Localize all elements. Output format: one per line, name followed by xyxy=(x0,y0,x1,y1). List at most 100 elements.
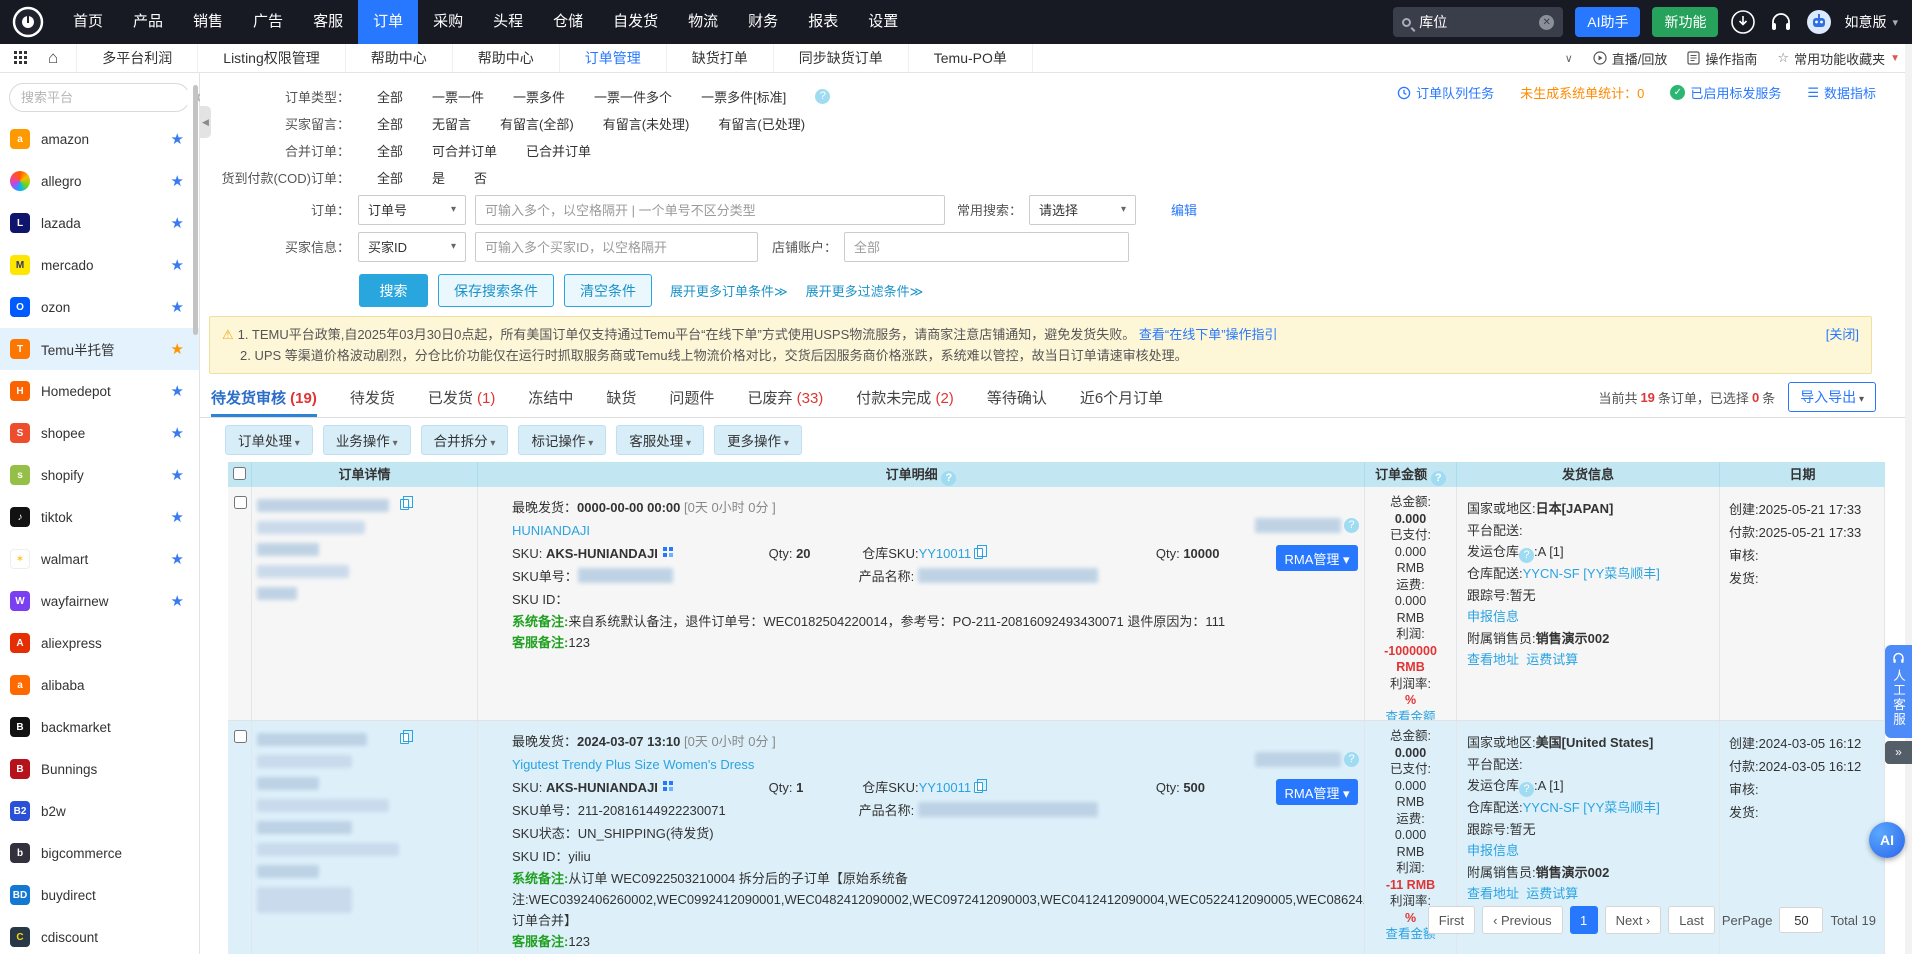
filter-option[interactable]: 有留言(已处理) xyxy=(718,114,805,133)
status-tab[interactable]: 待发货审核 (19) xyxy=(211,387,317,417)
sidebar-platform-cdiscount[interactable]: Ccdiscount xyxy=(0,916,199,954)
favorite-star-icon[interactable]: ★ xyxy=(171,424,184,442)
filter-option[interactable]: 否 xyxy=(474,168,487,187)
sidebar-platform-mercado[interactable]: Mmercado★ xyxy=(0,244,199,286)
sidebar-platform-wayfairnew[interactable]: Wwayfairnew★ xyxy=(0,580,199,622)
sku-grid-icon[interactable] xyxy=(663,547,674,558)
filter-option[interactable]: 全部 xyxy=(377,87,403,106)
workspace-tab[interactable]: 帮助中心 xyxy=(346,44,453,72)
help-icon[interactable]: ? xyxy=(1519,782,1534,797)
apps-grid-icon[interactable] xyxy=(14,51,28,65)
sidebar-platform-ozon[interactable]: Oozon★ xyxy=(0,286,199,328)
top-menu-item[interactable]: 财务 xyxy=(733,0,793,44)
filter-option[interactable]: 全部 xyxy=(377,168,403,187)
favorite-star-icon[interactable]: ★ xyxy=(171,340,184,358)
data-metrics-link[interactable]: ☰ 数据指标 xyxy=(1807,83,1876,102)
order-type-select[interactable]: 订单号 xyxy=(358,195,466,225)
favorite-star-icon[interactable]: ★ xyxy=(171,550,184,568)
sidebar-platform-buydirect[interactable]: BDbuydirect xyxy=(0,874,199,916)
favorite-star-icon[interactable]: ★ xyxy=(171,130,184,148)
top-menu-item[interactable]: 报表 xyxy=(793,0,853,44)
top-menu-item[interactable]: 采购 xyxy=(418,0,478,44)
workspace-tab[interactable]: Listing权限管理 xyxy=(198,44,345,72)
filter-option[interactable]: 是 xyxy=(432,168,445,187)
sidebar-platform-aliexpress[interactable]: Aaliexpress xyxy=(0,622,199,664)
help-icon[interactable]: ? xyxy=(1344,752,1359,767)
declare-info-link[interactable]: 申报信息 xyxy=(1467,843,1519,858)
status-tab[interactable]: 冻结中 xyxy=(528,387,573,417)
sidebar-collapse-handle[interactable]: ◀ xyxy=(200,106,211,138)
edit-common-search-link[interactable]: 编辑 xyxy=(1171,200,1197,219)
batch-action-button[interactable]: 合并拆分 xyxy=(421,425,509,455)
help-icon[interactable]: ? xyxy=(1344,518,1359,533)
status-tab[interactable]: 近6个月订单 xyxy=(1080,387,1163,417)
online-order-guide-link[interactable]: 查看“在线下单”操作指引 xyxy=(1139,327,1278,342)
batch-action-button[interactable]: 业务操作 xyxy=(323,425,411,455)
sidebar-platform-lazada[interactable]: Llazada★ xyxy=(0,202,199,244)
collapse-panel-button[interactable]: » xyxy=(1885,741,1912,764)
perpage-input[interactable] xyxy=(1779,907,1823,933)
filter-option[interactable]: 一票多件 xyxy=(513,87,565,106)
copy-icon[interactable] xyxy=(974,782,983,793)
global-search-input[interactable]: 库位 ✕ xyxy=(1393,7,1563,37)
sidebar-platform-walmart[interactable]: ✶walmart★ xyxy=(0,538,199,580)
product-title-link[interactable]: HUNIANDAJI xyxy=(512,519,1364,542)
favorites-menu[interactable]: ☆ 常用功能收藏夹 ▼ xyxy=(1777,49,1900,68)
page-1-button[interactable]: 1 xyxy=(1570,906,1598,934)
workspace-tab[interactable]: 帮助中心 xyxy=(453,44,560,72)
warehouse-sku-link[interactable]: YY10011 xyxy=(919,780,972,795)
page-scrollbar[interactable] xyxy=(1905,44,1912,954)
batch-action-button[interactable]: 标记操作 xyxy=(518,425,606,455)
freight-calc-link[interactable]: 运费试算 xyxy=(1526,652,1578,667)
filter-option[interactable]: 已合并订单 xyxy=(526,141,591,160)
sidebar-platform-Temu半托管[interactable]: TTemu半托管★ xyxy=(0,328,199,370)
favorite-star-icon[interactable]: ★ xyxy=(171,592,184,610)
view-address-link[interactable]: 查看地址 xyxy=(1467,652,1519,667)
help-icon[interactable]: ? xyxy=(815,89,830,104)
user-avatar[interactable] xyxy=(1806,9,1832,35)
headset-icon[interactable] xyxy=(1768,9,1794,35)
status-tab[interactable]: 等待确认 xyxy=(987,387,1047,417)
warehouse-sku-link[interactable]: YY10011 xyxy=(919,546,972,561)
order-number-input[interactable]: 可输入多个，以空格隔开 | 一个单号不区分类型 xyxy=(475,195,945,225)
row-checkbox[interactable] xyxy=(234,496,247,509)
buyer-id-input[interactable]: 可输入多个买家ID，以空格隔开 xyxy=(475,232,758,262)
view-amount-link[interactable]: 查看金额 xyxy=(1385,710,1435,722)
help-icon[interactable]: ? xyxy=(1519,548,1534,563)
filter-option[interactable]: 一票一件多个 xyxy=(594,87,672,106)
status-tab[interactable]: 缺货 xyxy=(606,387,636,417)
expand-filter-conditions-link[interactable]: 展开更多过滤条件≫ xyxy=(806,281,924,300)
order-queue-tasks-link[interactable]: 订单队列任务 xyxy=(1397,83,1494,102)
favorite-star-icon[interactable]: ★ xyxy=(171,508,184,526)
workspace-tab[interactable]: 缺货打单 xyxy=(667,44,774,72)
ai-assistant-button[interactable]: AI助手 xyxy=(1575,7,1640,37)
batch-action-button[interactable]: 订单处理 xyxy=(225,425,313,455)
clear-search-icon[interactable]: ✕ xyxy=(1539,15,1554,30)
row-checkbox[interactable] xyxy=(234,730,247,743)
batch-action-button[interactable]: 客服处理 xyxy=(616,425,704,455)
rma-manage-button[interactable]: RMA管理 ▾ xyxy=(1276,545,1358,571)
search-button[interactable]: 搜索 xyxy=(359,274,428,307)
batch-action-button[interactable]: 更多操作 xyxy=(714,425,802,455)
top-menu-item[interactable]: 首页 xyxy=(58,0,118,44)
shop-account-input[interactable]: 全部 xyxy=(844,232,1129,262)
copy-icon[interactable] xyxy=(974,548,983,559)
top-menu-item[interactable]: 广告 xyxy=(238,0,298,44)
ai-fab-button[interactable]: AI xyxy=(1869,822,1905,858)
new-features-button[interactable]: 新功能 xyxy=(1652,7,1718,37)
sidebar-platform-bigcommerce[interactable]: bbigcommerce xyxy=(0,832,199,874)
favorite-star-icon[interactable]: ★ xyxy=(171,256,184,274)
label-service-link[interactable]: ✓ 已启用标发服务 xyxy=(1670,83,1781,102)
expand-order-conditions-link[interactable]: 展开更多订单条件≫ xyxy=(670,281,788,300)
status-tab[interactable]: 问题件 xyxy=(669,387,714,417)
filter-option[interactable]: 全部 xyxy=(377,114,403,133)
declare-info-link[interactable]: 申报信息 xyxy=(1467,609,1519,624)
warehouse-delivery-link[interactable]: YYCN-SF [YY菜鸟顺丰] xyxy=(1523,800,1660,815)
top-menu-item[interactable]: 物流 xyxy=(673,0,733,44)
next-page-button[interactable]: Next › xyxy=(1605,906,1662,934)
version-selector[interactable]: 如意版 ▾ xyxy=(1844,12,1898,32)
clear-conditions-button[interactable]: 清空条件 xyxy=(564,274,652,307)
import-export-button[interactable]: 导入导出 xyxy=(1788,382,1876,412)
rma-manage-button[interactable]: RMA管理 ▾ xyxy=(1276,779,1358,805)
sidebar-platform-Bunnings[interactable]: BBunnings xyxy=(0,748,199,790)
